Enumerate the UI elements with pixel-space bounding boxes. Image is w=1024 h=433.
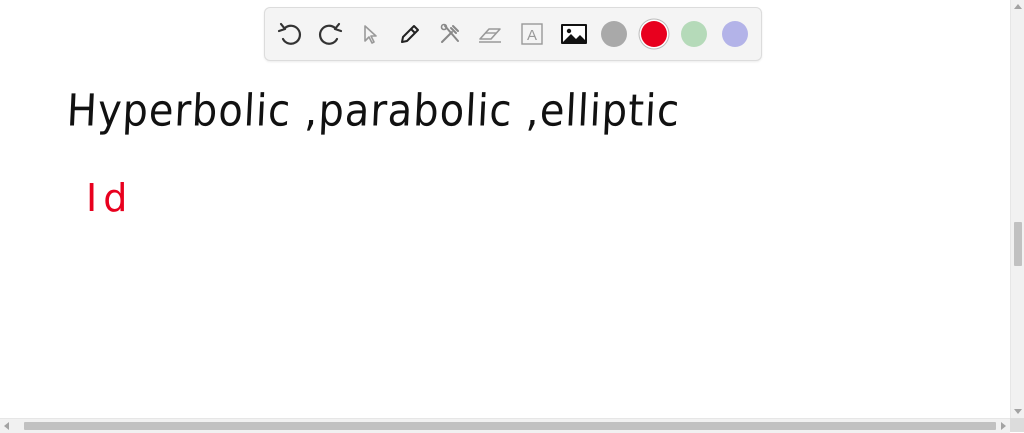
- image-icon: [561, 24, 587, 44]
- redo-icon: [319, 22, 343, 45]
- undo-button[interactable]: [275, 19, 305, 49]
- pen-button[interactable]: [395, 19, 425, 49]
- redo-button[interactable]: [315, 19, 345, 49]
- pointer-icon: [364, 25, 377, 44]
- horizontal-scrollbar[interactable]: [0, 418, 1010, 433]
- pencil-icon: [401, 25, 419, 43]
- eraser-button[interactable]: [475, 19, 505, 49]
- svg-text:A: A: [527, 27, 537, 44]
- horizontal-scroll-thumb[interactable]: [24, 422, 996, 430]
- scroll-up-arrow-icon[interactable]: [1014, 4, 1022, 9]
- vertical-scrollbar[interactable]: [1010, 0, 1024, 418]
- scrollbar-corner: [1010, 418, 1024, 432]
- color-gray-swatch[interactable]: [601, 21, 627, 47]
- undo-icon: [277, 22, 301, 45]
- select-button[interactable]: [355, 19, 385, 49]
- text-box-icon: A: [521, 23, 543, 45]
- color-green-swatch[interactable]: [681, 21, 707, 47]
- vertical-scroll-thumb[interactable]: [1014, 222, 1022, 266]
- whiteboard-canvas[interactable]: Hyperbolic ,parabolic ,elliptic Id: [0, 0, 1010, 418]
- scroll-right-arrow-icon[interactable]: [1001, 422, 1006, 430]
- handwritten-line-1: Hyperbolic ,parabolic ,elliptic: [65, 86, 682, 137]
- scroll-down-arrow-icon[interactable]: [1014, 409, 1022, 414]
- tools-icon: [440, 23, 459, 43]
- color-red-swatch[interactable]: [641, 21, 667, 47]
- tools-button[interactable]: [435, 19, 465, 49]
- handwritten-line-2: Id: [86, 176, 134, 220]
- eraser-icon: [479, 28, 501, 43]
- scroll-left-arrow-icon[interactable]: [4, 422, 9, 430]
- image-button[interactable]: [559, 19, 589, 49]
- drawing-toolbar: A: [264, 7, 762, 61]
- color-lavender-swatch[interactable]: [722, 21, 748, 47]
- text-button[interactable]: A: [517, 19, 547, 49]
